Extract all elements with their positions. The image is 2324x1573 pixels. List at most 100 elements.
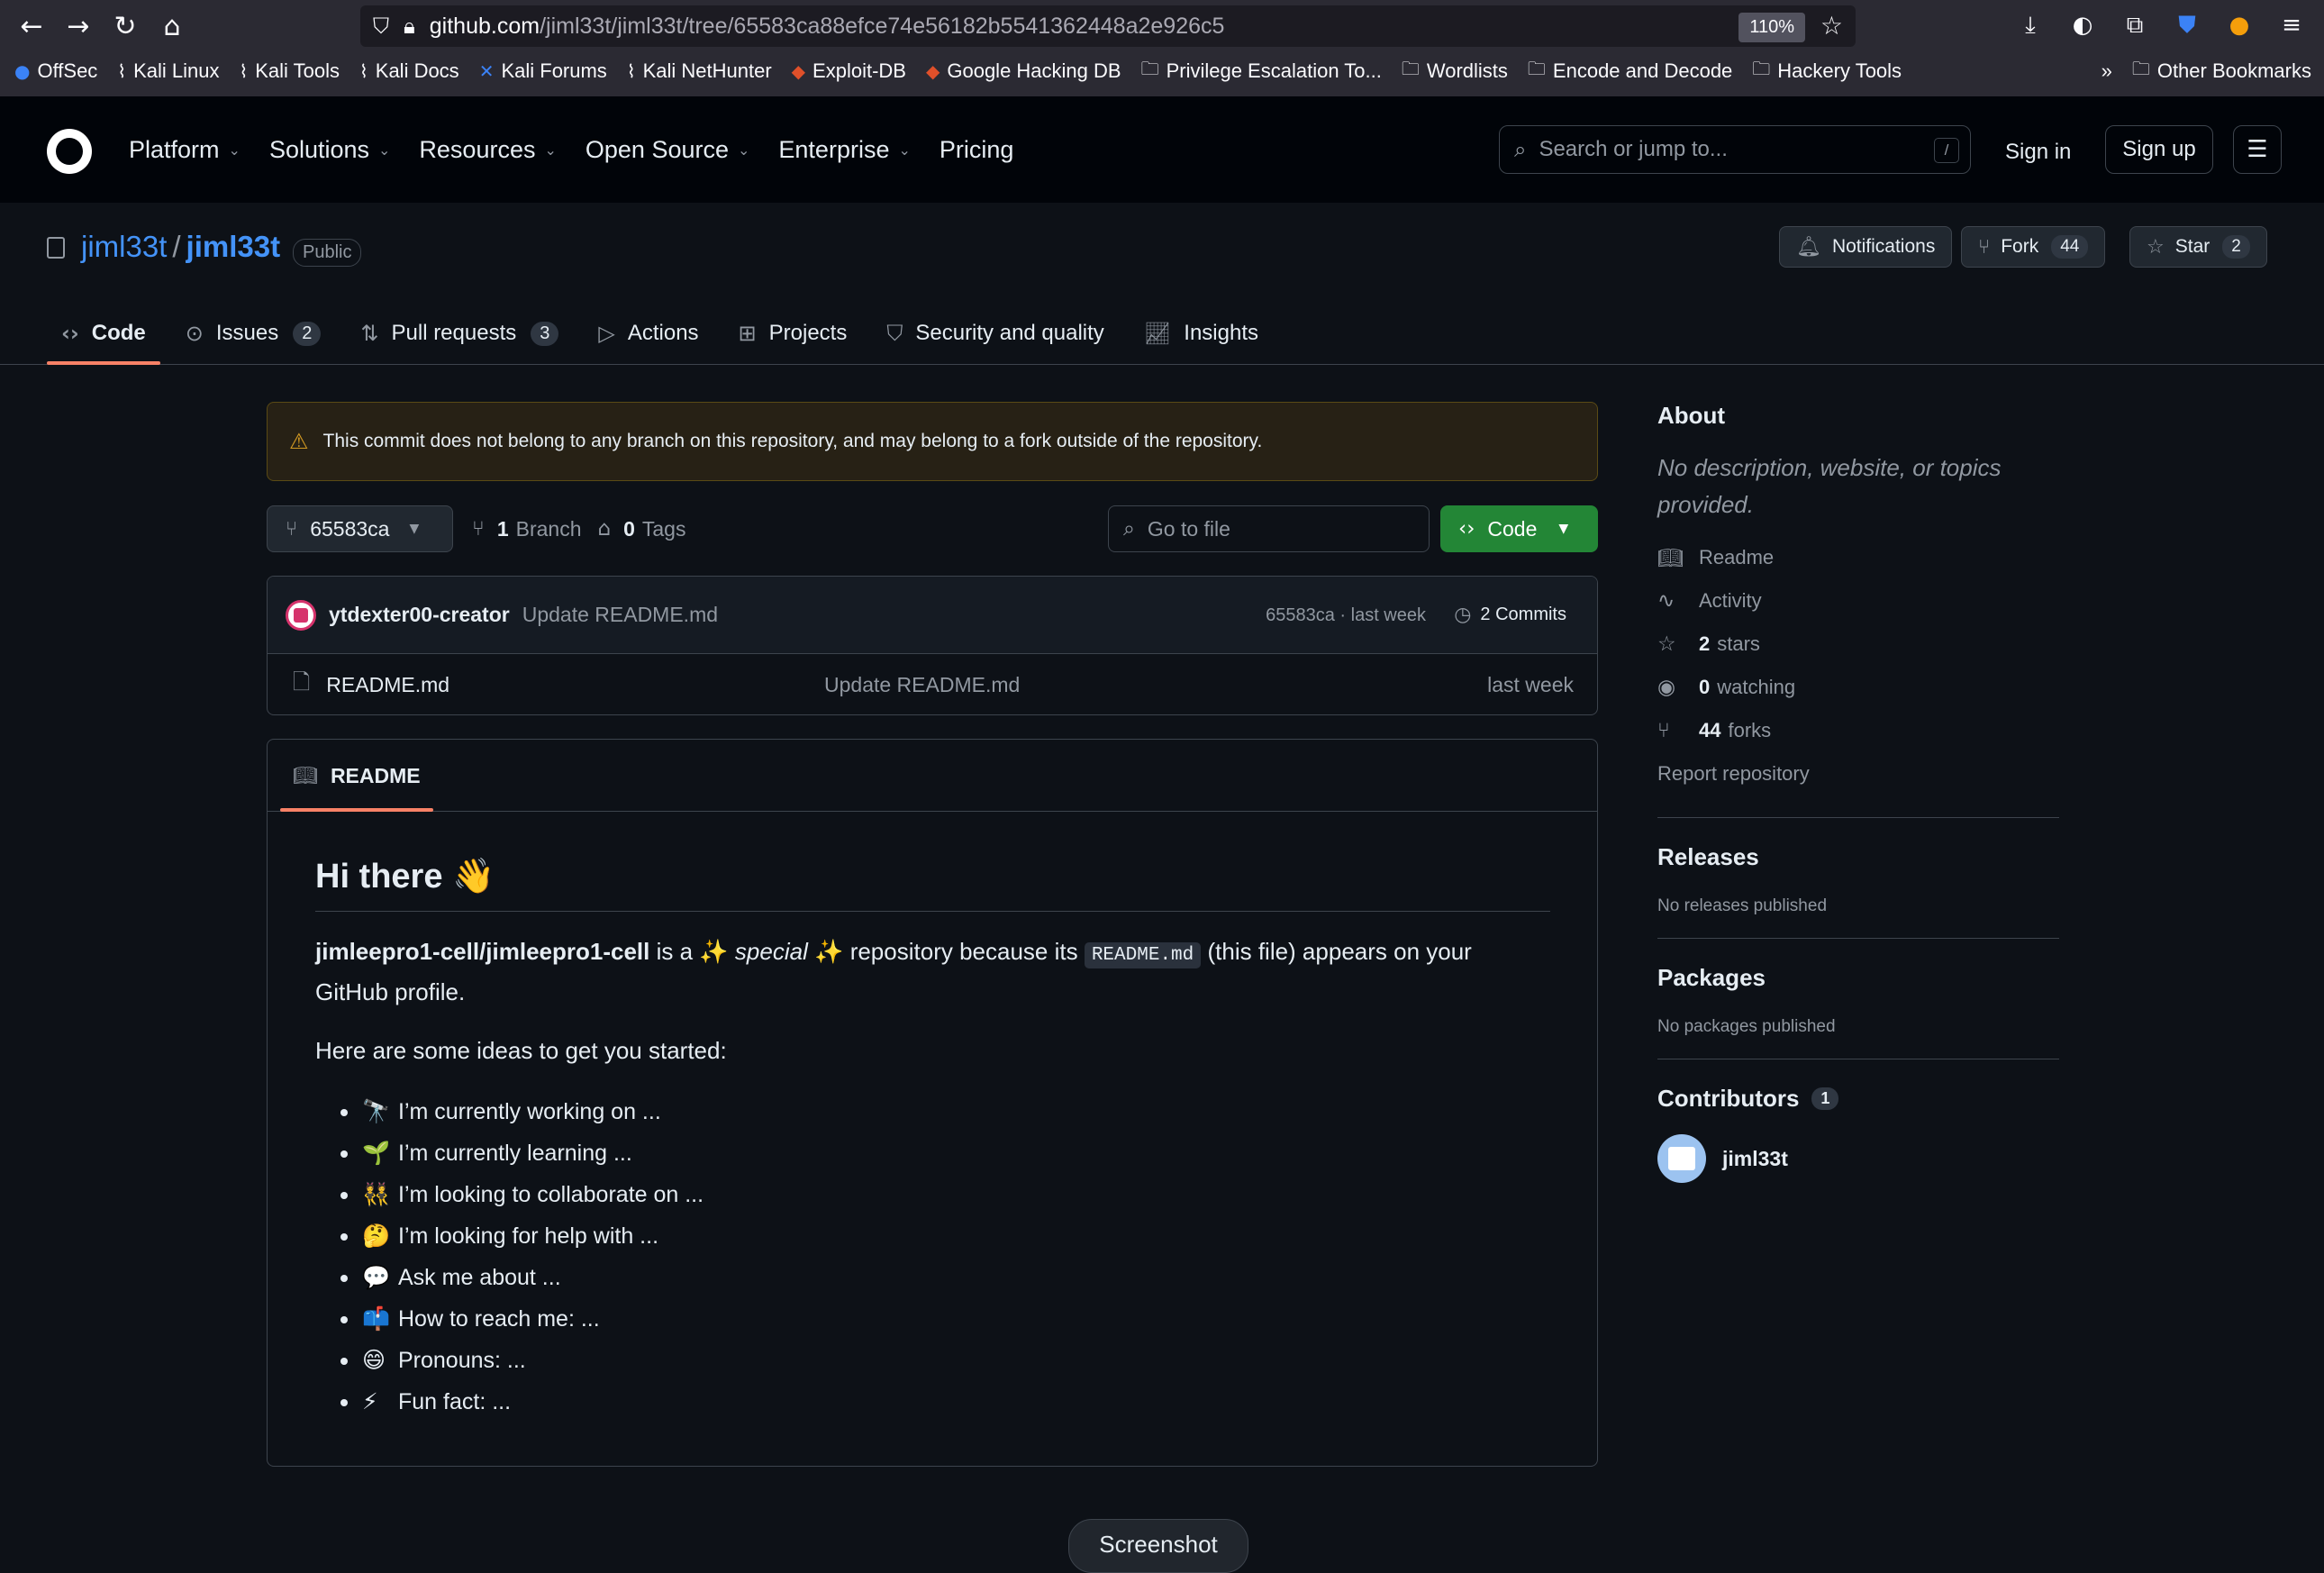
bookmark-kali-docs[interactable]: ⌇ Kali Docs xyxy=(359,59,459,83)
repo-owner-link[interactable]: jiml33t xyxy=(81,230,167,263)
avatar[interactable] xyxy=(286,599,316,631)
github-logo-icon[interactable] xyxy=(47,129,92,174)
bookmark-encode-decode[interactable]: 🗀 Encode and Decode xyxy=(1528,56,1732,86)
commit-author-link[interactable]: ytdexter00-creator xyxy=(329,603,510,627)
repo-name-link[interactable]: jiml33t xyxy=(186,230,281,263)
fork-button[interactable]: ⑂ Fork 44 xyxy=(1961,226,2106,268)
forks-link[interactable]: ⑂ 44 forks xyxy=(1657,709,2059,752)
home-icon[interactable]: ⌂ xyxy=(157,9,187,43)
extensions-icon[interactable]: ⧉ xyxy=(2120,9,2149,41)
seedling-icon: 🌱 xyxy=(362,1140,391,1166)
shield-extension-icon[interactable]: ⛊ xyxy=(2173,9,2201,41)
lock-icon[interactable]: 🔒︎ xyxy=(404,14,415,39)
report-repository-link[interactable]: Report repository xyxy=(1657,752,2059,796)
tags-link[interactable]: ⌂ 0 Tags xyxy=(597,517,685,541)
activity-link[interactable]: ∿ Activity xyxy=(1657,579,2059,623)
tab-pull-requests[interactable]: ⇅ Pull requests 3 xyxy=(346,302,573,365)
tab-projects[interactable]: ⊞ Projects xyxy=(724,302,862,365)
visibility-badge: Public xyxy=(293,239,362,267)
dancers-icon: 👯 xyxy=(362,1181,391,1207)
code-dropdown-button[interactable]: ‹› Code ▼ xyxy=(1440,505,1598,552)
contributor-name[interactable]: jiml33t xyxy=(1722,1147,1788,1171)
branches-link[interactable]: ⑂ 1 Branch xyxy=(472,517,581,541)
contributors-title[interactable]: Contributors 1 xyxy=(1657,1085,2059,1113)
speech-balloon-icon: 💬 xyxy=(362,1264,391,1290)
kali-dragon-icon: ⌇ xyxy=(359,60,368,82)
nav-resources[interactable]: Resources ⌄ xyxy=(419,136,556,164)
repo-header: jiml33t / jiml33t Public 🔔︎ Notifications ⑂… xyxy=(0,203,2324,365)
bell-icon: 🔔︎ xyxy=(1796,235,1821,259)
readme-tab[interactable]: 📖︎ README xyxy=(280,740,433,812)
sign-in-link[interactable]: Sign in xyxy=(2005,140,2071,165)
about-description: No description, website, or topics provi… xyxy=(1657,454,2002,518)
contributor-item[interactable]: jiml33t xyxy=(1657,1134,2059,1183)
url-text[interactable]: github.com/jiml33t/jiml33t/tree/65583ca8… xyxy=(430,14,1225,40)
avatar[interactable] xyxy=(1657,1134,1706,1183)
tab-security[interactable]: ⛉ Security and quality xyxy=(872,302,1118,365)
bookmarks-bar: ● OffSec ⌇ Kali Linux ⌇ Kali Tools ⌇ Kali Do… xyxy=(14,56,2311,86)
download-icon[interactable]: ⤓ xyxy=(2016,9,2045,41)
forward-arrow-icon[interactable]: → xyxy=(63,9,94,43)
nav-solutions[interactable]: Solutions ⌄ xyxy=(269,136,390,164)
nav-open-source[interactable]: Open Source ⌄ xyxy=(586,136,750,164)
shield-icon[interactable]: ⛉ xyxy=(373,14,389,39)
pulse-icon: ∿ xyxy=(1657,589,1675,613)
star-button[interactable]: ☆ Star 2 xyxy=(2129,226,2267,268)
go-to-file-input[interactable]: ⌕ Go to file xyxy=(1108,505,1430,552)
list-item: 📫 How to reach me: ... xyxy=(340,1298,1550,1340)
caret-down-icon: ▼ xyxy=(409,522,420,536)
bookmark-kali-nethunter[interactable]: ⌇ Kali NetHunter xyxy=(627,59,772,83)
nav-enterprise[interactable]: Enterprise ⌄ xyxy=(778,136,910,164)
book-icon: 📖︎ xyxy=(1657,546,1684,570)
file-commit-message-link[interactable]: Update README.md xyxy=(824,673,1020,697)
offsec-icon: ● xyxy=(14,60,31,82)
bookmark-wordlists[interactable]: 🗀 Wordlists xyxy=(1402,56,1508,86)
packages-title[interactable]: Packages xyxy=(1657,964,2059,992)
bookmark-offsec[interactable]: ● OffSec xyxy=(14,59,97,83)
file-name-link[interactable]: README.md xyxy=(326,673,449,697)
bookmark-kali-tools[interactable]: ⌇ Kali Tools xyxy=(239,59,340,83)
back-arrow-icon[interactable]: ← xyxy=(16,9,47,43)
releases-title[interactable]: Releases xyxy=(1657,843,2059,871)
readme-header: 📖︎ README xyxy=(268,740,1597,812)
tab-code[interactable]: ‹› Code xyxy=(47,302,160,365)
bookmarks-overflow-icon[interactable]: » xyxy=(2102,59,2112,83)
watching-link[interactable]: ◉ 0 watching xyxy=(1657,666,2059,709)
stars-link[interactable]: ☆ 2 stars xyxy=(1657,623,2059,666)
sign-up-button[interactable]: Sign up xyxy=(2105,125,2213,174)
bookmark-privesc[interactable]: 🗀 Privilege Escalation To... xyxy=(1141,56,1382,86)
search-input[interactable]: ⌕ Search or jump to... / xyxy=(1499,125,1971,174)
zoom-level-badge[interactable]: 110% xyxy=(1738,13,1805,42)
commit-message-link[interactable]: Update README.md xyxy=(522,603,718,627)
reload-icon[interactable]: ↻ xyxy=(110,9,141,43)
bookmark-kali-forums[interactable]: ✕ Kali Forums xyxy=(479,59,607,83)
readme-heading: Hi there 👋 xyxy=(315,857,1550,912)
notifications-button[interactable]: 🔔︎ Notifications xyxy=(1779,226,1953,268)
chevron-down-icon: ⌄ xyxy=(228,141,241,159)
nav-platform[interactable]: Platform ⌄ xyxy=(129,136,241,164)
ghdb-icon: ◆ xyxy=(925,60,940,82)
tab-insights[interactable]: 📈︎ Insights xyxy=(1130,302,1273,365)
url-bar[interactable]: ⛉ 🔒︎ github.com/jiml33t/jiml33t/tree/655… xyxy=(360,5,1856,47)
nav-pricing[interactable]: Pricing xyxy=(940,136,1014,164)
screenshot-overlay-button[interactable]: Screenshot xyxy=(1068,1519,1248,1573)
bookmark-google-hacking-db[interactable]: ◆ Google Hacking DB xyxy=(926,59,1121,83)
settings-sliders-icon[interactable]: ☰ xyxy=(2233,125,2282,174)
branch-select-button[interactable]: ⑂ 65583ca ▼ xyxy=(267,505,453,552)
bookmark-exploit-db[interactable]: ◆ Exploit-DB xyxy=(792,59,906,83)
telescope-icon: 🔭 xyxy=(362,1098,391,1124)
bookmark-other[interactable]: 🗀 Other Bookmarks xyxy=(2132,56,2311,86)
fox-extension-icon[interactable]: ● xyxy=(2225,9,2254,41)
bookmark-kali-linux[interactable]: ⌇ Kali Linux xyxy=(117,59,219,83)
tab-actions[interactable]: ▷ Actions xyxy=(584,302,713,365)
commits-link[interactable]: ◷ 2 Commits xyxy=(1454,604,1566,626)
account-icon[interactable]: ◐ xyxy=(2068,9,2097,41)
bookmark-hackery-tools[interactable]: 🗀 Hackery Tools xyxy=(1752,56,1902,86)
readme-link[interactable]: 📖︎ Readme xyxy=(1657,536,2059,579)
hamburger-menu-icon[interactable]: ≡ xyxy=(2277,9,2306,41)
github-logo-inner xyxy=(56,138,83,165)
tab-issues[interactable]: ⊙ Issues 2 xyxy=(171,302,336,365)
bookmark-star-icon[interactable]: ☆ xyxy=(1820,11,1843,41)
commit-meta[interactable]: 65583ca · last week xyxy=(1266,605,1426,626)
issues-count: 2 xyxy=(293,321,322,346)
